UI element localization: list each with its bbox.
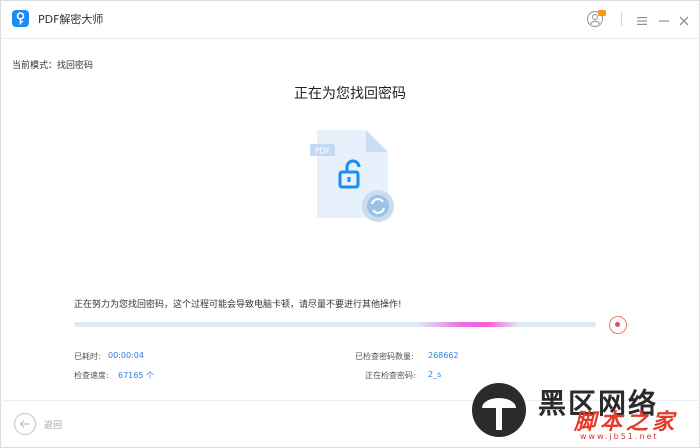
checking-password-value: 2_s — [428, 370, 442, 379]
check-speed-label: 检查速度: — [74, 371, 109, 380]
checked-count-label: 已检查密码数量: — [355, 352, 414, 361]
title-bar: PDF解密大师 — [0, 0, 700, 39]
checking-password-label: 正在检查密码: — [365, 371, 416, 380]
app-logo-icon — [12, 10, 29, 27]
titlebar-separator — [621, 12, 622, 26]
current-mode-label: 当前模式：找回密码 — [12, 61, 94, 71]
minimize-icon[interactable] — [658, 12, 670, 24]
refresh-icon — [362, 190, 394, 222]
app-title: PDF解密大师 — [38, 13, 104, 26]
progress-message: 正在努力为您找回密码，这个过程可能会导致电脑卡顿，请尽量不要进行其他操作! — [74, 300, 402, 310]
close-icon[interactable] — [678, 12, 690, 26]
stop-icon — [615, 322, 620, 327]
watermark-logo — [470, 380, 528, 440]
progress-scan-highlight — [419, 322, 518, 327]
back-arrow-icon — [19, 420, 30, 428]
page-title: 正在为您找回密码 — [294, 86, 406, 102]
back-button[interactable] — [14, 413, 36, 435]
pdf-lock-illustration: PDF — [300, 126, 400, 226]
menu-icon[interactable] — [636, 12, 648, 25]
back-label[interactable]: 返回 — [44, 418, 62, 431]
watermark-url: www.jb51.net — [580, 432, 659, 441]
progress-bar — [74, 322, 596, 327]
stop-button[interactable] — [609, 316, 627, 334]
checked-count-value: 268662 — [428, 351, 459, 360]
elapsed-time-value: 00:00:04 — [108, 351, 144, 360]
user-icon[interactable] — [586, 10, 606, 28]
check-speed-value: 67165 个 — [118, 371, 154, 380]
pdf-badge: PDF — [315, 147, 331, 156]
elapsed-time-label: 已耗时: — [74, 352, 101, 361]
